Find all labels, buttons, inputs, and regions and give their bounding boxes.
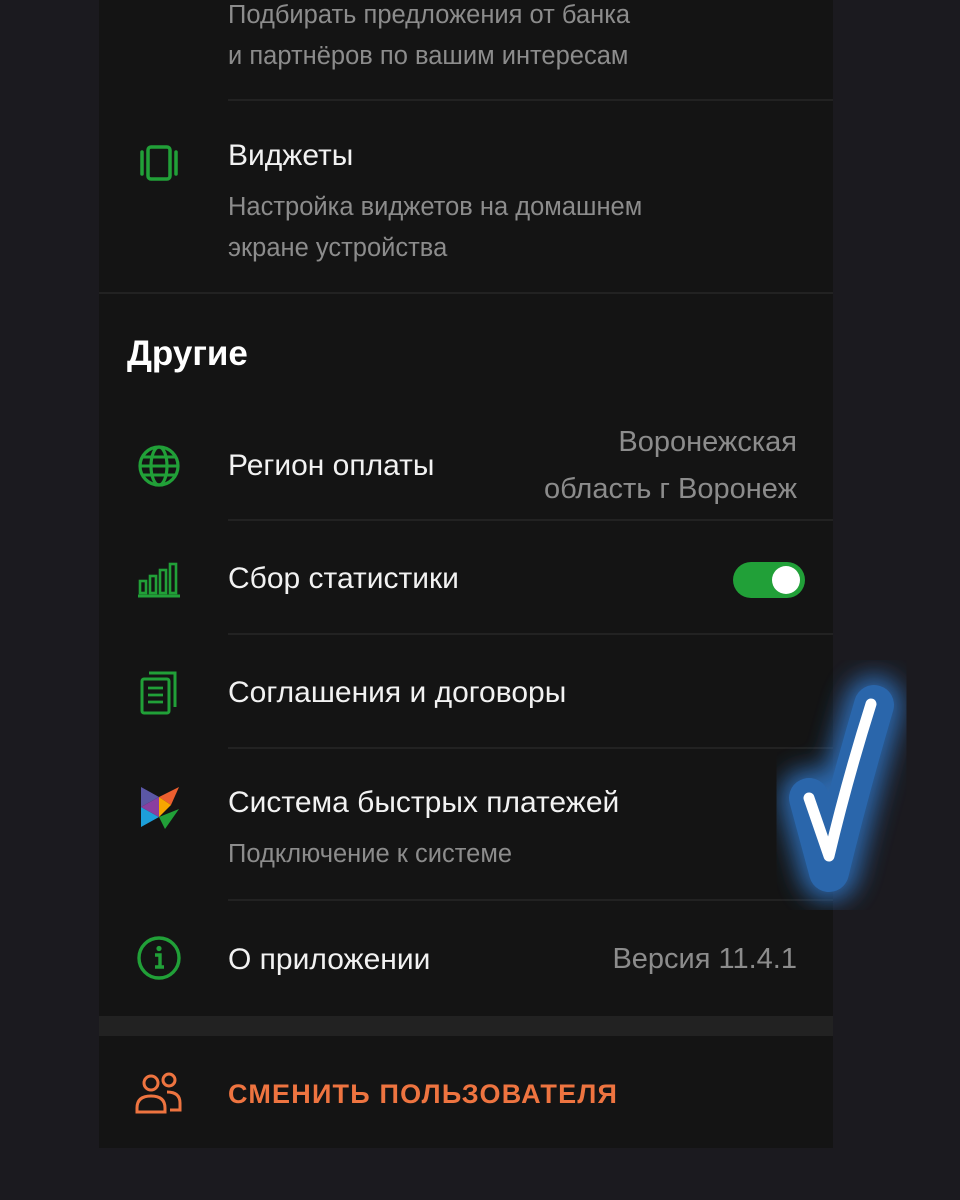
about-version: Версия 11.4.1 (612, 943, 797, 975)
section-title-other: Другие (127, 334, 248, 373)
payment-region-value-line2: область г Воронеж (543, 473, 797, 505)
widgets-subtitle-line2: экране устройства (228, 234, 448, 262)
widgets-subtitle-line1: Настройка виджетов на домашнем (228, 193, 643, 221)
about-row[interactable]: О приложении Версия 11.4.1 (99, 901, 833, 1016)
fast-payments-subtitle: Подключение к системе (228, 840, 513, 868)
documents-icon (140, 671, 177, 715)
agreements-title: Соглашения и договоры (228, 676, 567, 709)
statistics-row[interactable]: Сбор статистики (99, 521, 833, 633)
agreements-row[interactable]: Соглашения и договоры (99, 635, 833, 747)
widgets-icon (140, 145, 178, 181)
payment-region-title: Регион оплаты (228, 449, 435, 482)
users-icon (135, 1072, 182, 1114)
fast-payments-row[interactable]: Система быстрых платежей Подключение к с… (99, 749, 833, 899)
widgets-row[interactable]: Виджеты Настройка виджетов на домашнем э… (99, 101, 833, 292)
payment-region-row[interactable]: Регион оплаты Воронежская область г Воро… (99, 410, 833, 520)
info-icon (137, 936, 181, 980)
toggle-knob (772, 566, 800, 594)
payment-region-value-line1: Воронежская (618, 426, 797, 458)
settings-screen: Подбирать предложения от банка и партнёр… (99, 0, 903, 1148)
widgets-title: Виджеты (228, 139, 354, 172)
bar-chart-icon (138, 562, 180, 598)
statistics-toggle[interactable] (733, 562, 805, 598)
section-separator (99, 292, 833, 294)
about-title: О приложении (228, 943, 431, 976)
fast-payments-title: Система быстрых платежей (228, 786, 620, 819)
offers-subtitle-line1: Подбирать предложения от банка (228, 1, 631, 29)
section-separator (99, 1016, 833, 1036)
switch-user-button[interactable]: СМЕНИТЬ ПОЛЬЗОВАТЕЛЯ (228, 1079, 618, 1110)
sbp-logo-icon (141, 787, 179, 829)
offers-subtitle-line2: и партнёров по вашим интересам (228, 42, 629, 70)
statistics-title: Сбор статистики (228, 562, 459, 595)
globe-icon (138, 445, 180, 487)
offers-row[interactable]: Подбирать предложения от банка и партнёр… (99, 0, 833, 100)
